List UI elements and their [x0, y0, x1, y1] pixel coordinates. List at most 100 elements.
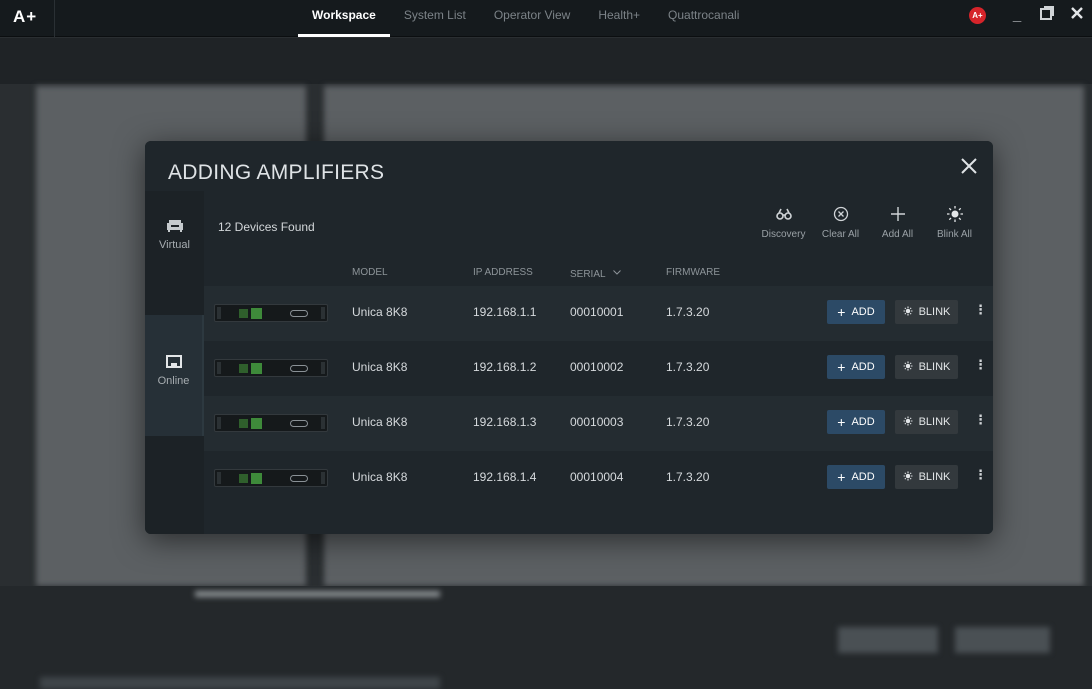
network-icon	[145, 355, 202, 369]
plus-icon: +	[837, 469, 846, 485]
cell-ip: 192.168.1.4	[473, 470, 537, 484]
tab-workspace[interactable]: Workspace	[298, 0, 390, 37]
table-row[interactable]: Unica 8K8 192.168.1.3 00010003 1.7.3.20 …	[204, 396, 993, 451]
add-all-label: Add All	[881, 229, 914, 240]
cell-serial: 00010001	[570, 305, 624, 319]
amplifier-thumbnail	[214, 469, 328, 487]
blink-button[interactable]: BLINK	[895, 300, 958, 324]
main-nav: Workspace System List Operator View Heal…	[298, 0, 753, 37]
dialog-header: ADDING AMPLIFIERS	[145, 141, 993, 191]
sun-icon	[903, 471, 913, 484]
cell-ip: 192.168.1.3	[473, 415, 537, 429]
workspace-toolbar-area	[0, 38, 1092, 84]
restore-icon[interactable]	[1038, 6, 1056, 24]
dialog-title: ADDING AMPLIFIERS	[168, 161, 385, 184]
dialog-close-icon[interactable]	[958, 155, 980, 177]
clear-all-label: Clear All	[821, 229, 860, 240]
add-button[interactable]: + ADD	[827, 300, 885, 324]
adding-amplifiers-dialog: ADDING AMPLIFIERS Virtual Online 12 Devi…	[145, 141, 993, 534]
dialog-content: 12 Devices Found Discovery Clear All Add…	[204, 191, 993, 534]
device-table: Unica 8K8 192.168.1.1 00010001 1.7.3.20 …	[204, 286, 993, 506]
cell-model: Unica 8K8	[352, 360, 408, 374]
col-serial[interactable]: SERIAL	[570, 267, 621, 280]
discovery-button[interactable]: Discovery	[755, 203, 812, 240]
table-header: MODEL IP ADDRESS SERIAL FIRMWARE	[204, 262, 993, 284]
horizontal-scrollbar[interactable]	[195, 591, 440, 597]
add-label: ADD	[851, 306, 875, 318]
sun-icon	[926, 203, 983, 225]
bottom-dropdown-2[interactable]	[955, 627, 1050, 653]
cell-firmware: 1.7.3.20	[666, 360, 710, 374]
cell-ip: 192.168.1.1	[473, 305, 537, 319]
tab-health-plus[interactable]: Health+	[584, 0, 654, 37]
clear-all-button[interactable]: Clear All	[812, 203, 869, 240]
add-button[interactable]: + ADD	[827, 355, 885, 379]
add-button[interactable]: + ADD	[827, 465, 885, 489]
chevron-down-icon	[613, 267, 621, 278]
blink-label: BLINK	[918, 416, 951, 428]
window-controls: A+ _	[969, 6, 1086, 24]
add-label: ADD	[851, 361, 875, 373]
bottom-dropdown[interactable]	[838, 627, 938, 653]
cell-serial: 00010003	[570, 415, 624, 429]
bottom-tabs	[40, 677, 440, 689]
sun-icon	[903, 306, 913, 319]
sidebar-item-virtual[interactable]: Virtual	[145, 219, 204, 289]
cell-firmware: 1.7.3.20	[666, 415, 710, 429]
bulk-actions: Discovery Clear All Add All Blink All	[755, 203, 983, 240]
sidebar-item-online[interactable]: Online	[145, 315, 204, 436]
more-menu-icon[interactable]: ⋮	[974, 412, 987, 428]
app-logo: A+	[13, 7, 38, 26]
add-label: ADD	[851, 416, 875, 428]
col-serial-label: SERIAL	[570, 269, 606, 280]
blink-all-button[interactable]: Blink All	[926, 203, 983, 240]
cell-firmware: 1.7.3.20	[666, 470, 710, 484]
cell-serial: 00010004	[570, 470, 624, 484]
sun-icon	[903, 416, 913, 429]
cell-firmware: 1.7.3.20	[666, 305, 710, 319]
col-ip-address[interactable]: IP ADDRESS	[473, 267, 533, 278]
more-menu-icon[interactable]: ⋮	[974, 302, 987, 318]
blink-label: BLINK	[918, 306, 951, 318]
col-firmware[interactable]: FIRMWARE	[666, 267, 720, 278]
cell-ip: 192.168.1.2	[473, 360, 537, 374]
close-icon[interactable]	[1068, 6, 1086, 24]
sofa-icon	[145, 219, 204, 233]
minimize-icon[interactable]: _	[1008, 7, 1026, 24]
plus-icon: +	[837, 359, 846, 375]
add-label: ADD	[851, 471, 875, 483]
blink-button[interactable]: BLINK	[895, 465, 958, 489]
logo-divider	[54, 0, 55, 37]
blink-button[interactable]: BLINK	[895, 355, 958, 379]
amplifier-thumbnail	[214, 414, 328, 432]
add-all-button[interactable]: Add All	[869, 203, 926, 240]
tab-operator-view[interactable]: Operator View	[480, 0, 584, 37]
devices-found-count: 12 Devices Found	[218, 220, 315, 234]
col-model[interactable]: MODEL	[352, 267, 388, 278]
plus-icon	[869, 203, 926, 225]
tab-system-list[interactable]: System List	[390, 0, 480, 37]
table-row[interactable]: Unica 8K8 192.168.1.4 00010004 1.7.3.20 …	[204, 451, 993, 506]
blink-button[interactable]: BLINK	[895, 410, 958, 434]
sidebar-item-label: Virtual	[159, 239, 190, 251]
app-top-bar: A+ Workspace System List Operator View H…	[0, 0, 1092, 37]
cell-serial: 00010002	[570, 360, 624, 374]
table-row[interactable]: Unica 8K8 192.168.1.1 00010001 1.7.3.20 …	[204, 286, 993, 341]
dialog-sidebar: Virtual Online	[145, 191, 204, 534]
more-menu-icon[interactable]: ⋮	[974, 467, 987, 483]
add-button[interactable]: + ADD	[827, 410, 885, 434]
cell-model: Unica 8K8	[352, 305, 408, 319]
tab-quattrocanali[interactable]: Quattrocanali	[654, 0, 753, 37]
binoculars-icon	[755, 203, 812, 225]
blink-all-label: Blink All	[936, 229, 972, 240]
more-menu-icon[interactable]: ⋮	[974, 357, 987, 373]
discovery-label: Discovery	[761, 229, 806, 240]
cell-model: Unica 8K8	[352, 415, 408, 429]
sun-icon	[903, 361, 913, 374]
sidebar-item-label: Online	[157, 375, 190, 387]
circle-x-icon	[812, 203, 869, 225]
user-avatar[interactable]: A+	[969, 6, 986, 24]
amplifier-thumbnail	[214, 359, 328, 377]
cell-model: Unica 8K8	[352, 470, 408, 484]
table-row[interactable]: Unica 8K8 192.168.1.2 00010002 1.7.3.20 …	[204, 341, 993, 396]
